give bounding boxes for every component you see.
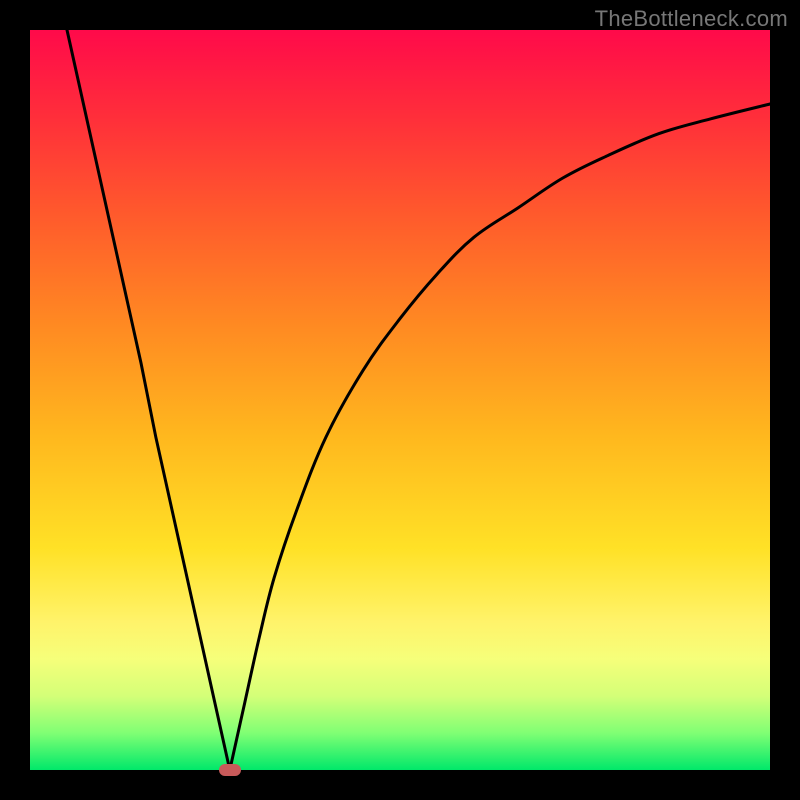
curve-svg xyxy=(30,30,770,770)
plot-area xyxy=(30,30,770,770)
left-branch-path xyxy=(67,30,230,770)
watermark-text: TheBottleneck.com xyxy=(595,6,788,32)
minimum-marker xyxy=(219,764,241,776)
right-branch-path xyxy=(230,104,770,770)
chart-frame: TheBottleneck.com xyxy=(0,0,800,800)
